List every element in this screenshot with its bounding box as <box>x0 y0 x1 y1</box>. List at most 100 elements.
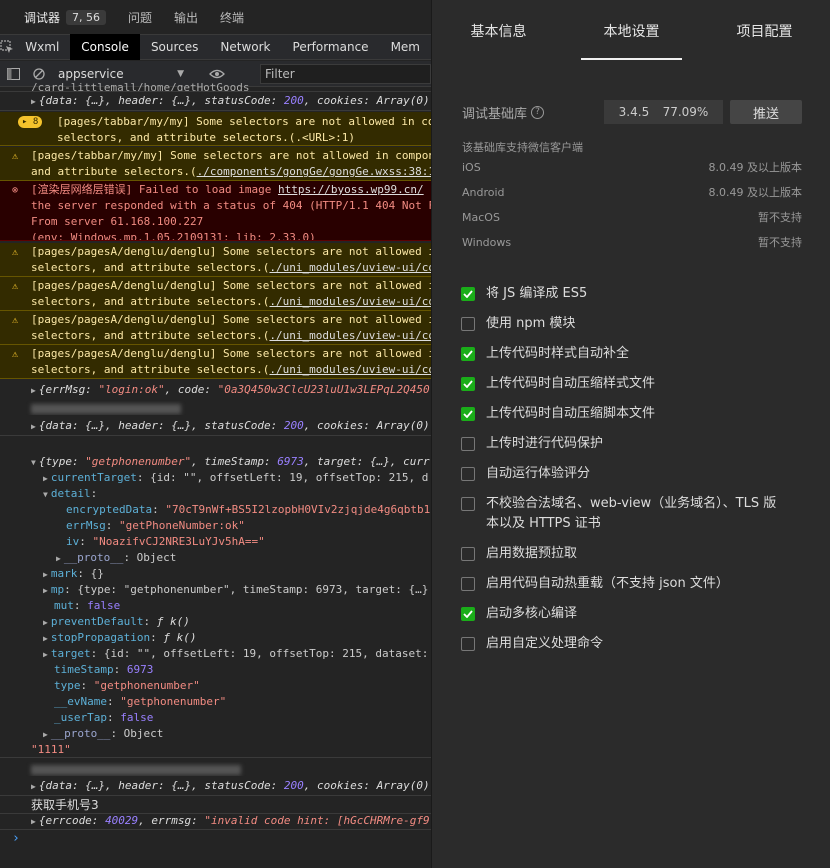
tab-console[interactable]: Console <box>70 34 140 60</box>
warning-count-badge: ▸ 8 <box>18 116 43 128</box>
tab-network[interactable]: Network <box>209 34 281 60</box>
setting-option[interactable]: 启用自定义处理命令 <box>461 634 811 654</box>
checkmark-icon <box>463 610 473 618</box>
prop-encrypted-data: encryptedData: "70cT9nWf+BS5I2lzopbH0VIv… <box>66 503 431 516</box>
checkbox-checked[interactable] <box>461 407 475 421</box>
checkbox-checked[interactable] <box>461 377 475 391</box>
prop-prevent-default[interactable]: ▶ preventDefault: ƒ k() <box>0 614 431 630</box>
tab-issues[interactable]: 问题 <box>128 0 152 34</box>
log-text: {errMsg: <box>38 383 99 396</box>
checkbox-checked[interactable] <box>461 607 475 621</box>
prop-detail[interactable]: ▼ detail: <box>0 486 431 502</box>
platform-name: MacOS <box>462 210 500 224</box>
warning-message[interactable]: ⚠ [pages/tabbar/my/my] Some selectors ar… <box>0 147 431 181</box>
prop-proto[interactable]: ▶ __proto__: Object <box>0 550 431 566</box>
lib-version-select[interactable]: 3.4.5 77.09% <box>604 100 723 124</box>
setting-option[interactable]: 自动运行体验评分 <box>461 464 811 484</box>
tab-wxml[interactable]: Wxml <box>14 34 70 60</box>
tab-project-config[interactable]: 项目配置 <box>698 0 830 62</box>
console-prompt-icon[interactable]: › <box>12 831 20 847</box>
tab-sources[interactable]: Sources <box>140 34 209 60</box>
setting-option[interactable]: 使用 npm 模块 <box>461 314 811 334</box>
console-output: /card-littlemall/home/getHotGoods ▶ {data… <box>0 81 431 868</box>
setting-option[interactable]: 上传代码时样式自动补全 <box>461 344 811 364</box>
tab-local-settings[interactable]: 本地设置 <box>565 0 698 62</box>
setting-option[interactable]: 启用代码自动热重载（不支持 json 文件） <box>461 574 811 594</box>
console-line[interactable]: ▶ {errMsg: "login:ok", code: "0a3Q450w3Cl… <box>0 380 431 400</box>
source-link[interactable]: ./components/gongGe/gongGe.wxss:38:1 <box>197 165 431 178</box>
console-line[interactable]: ▶ {data: {…}, header: {…}, statusCode: 20… <box>0 416 431 436</box>
log-string: "getphonenumber" <box>85 455 192 468</box>
log-number: 200 <box>283 419 304 432</box>
prop-target[interactable]: ▶ target: {id: "", offsetLeft: 19, offset… <box>0 646 431 662</box>
prop-proto[interactable]: ▶ __proto__: Object <box>0 726 431 742</box>
inspect-element-icon[interactable] <box>0 34 14 60</box>
checkbox-unchecked[interactable] <box>461 317 475 331</box>
warning-icon: ⚠ <box>12 349 19 360</box>
prop-mark[interactable]: ▶ mark: {} <box>0 566 431 582</box>
warning-text: selectors, and attribute selectors.( <box>31 295 270 308</box>
prop-key: __proto__ <box>63 551 124 564</box>
tab-terminal[interactable]: 终端 <box>220 0 244 34</box>
prop-value: "70cT9nWf+BS5I2lzopbH0VIv2zjqjde4g6qbtb1 <box>165 503 431 516</box>
source-link[interactable]: ./uni_modules/uview-ui/co <box>269 261 431 274</box>
prop-value: : {id: "", offsetLeft: 19, offsetTop: 21… <box>90 647 429 660</box>
checkbox-unchecked[interactable] <box>461 547 475 561</box>
checkbox-checked[interactable] <box>461 287 475 301</box>
setting-option[interactable]: 启动多核心编译 <box>461 604 811 624</box>
setting-option[interactable]: 启用数据预拉取 <box>461 544 811 564</box>
tab-output[interactable]: 输出 <box>174 0 198 34</box>
log-string: "login:ok" <box>98 383 165 396</box>
error-link[interactable]: https://byoss.wp99.cn/ <box>278 183 424 196</box>
platform-value: 8.0.49 及以上版本 <box>708 186 802 199</box>
setting-option[interactable]: 将 JS 编译成 ES5 <box>461 284 811 304</box>
checkbox-unchecked[interactable] <box>461 577 475 591</box>
tab-memory[interactable]: Mem <box>380 34 431 60</box>
prop-key: __proto__ <box>50 727 111 740</box>
tab-debugger[interactable]: 调试器 7, 56 <box>24 0 107 34</box>
source-link[interactable]: ./uni_modules/uview-ui/co <box>269 363 431 376</box>
issue-count-badge: 7, 56 <box>66 9 107 25</box>
prop-mut: mut: false <box>54 599 121 612</box>
platform-name: Windows <box>462 235 512 249</box>
prop-value: 6973 <box>126 663 154 676</box>
prop-key: mark <box>50 567 78 580</box>
checkbox-unchecked[interactable] <box>461 437 475 451</box>
blurred-line <box>0 762 431 776</box>
push-button[interactable]: 推送 <box>730 100 802 124</box>
setting-option[interactable]: 上传代码时自动压缩样式文件 <box>461 374 811 394</box>
prop-evname: __evName: "getphonenumber" <box>54 695 227 708</box>
error-message[interactable]: ⊗ [渲染层网络层错误] Failed to load image https:… <box>0 181 431 241</box>
setting-option[interactable]: 上传代码时自动压缩脚本文件 <box>461 404 811 424</box>
object-header[interactable]: ▼ {type: "getphonenumber", timeStamp: 697… <box>0 454 431 470</box>
warning-message[interactable]: ⚠ [pages/pagesA/denglu/denglu] Some sele… <box>0 243 431 277</box>
source-link[interactable]: ./uni_modules/uview-ui/co <box>269 295 431 308</box>
help-icon[interactable]: ? <box>531 105 545 119</box>
warning-message[interactable]: ⚠ [pages/pagesA/denglu/denglu] Some sele… <box>0 311 431 345</box>
platform-row: Android 8.0.49 及以上版本 <box>462 183 802 201</box>
checkbox-unchecked[interactable] <box>461 637 475 651</box>
log-text: , cookies: Array(0) <box>303 94 430 107</box>
checkbox-unchecked[interactable] <box>461 497 475 511</box>
source-link[interactable]: ./uni_modules/uview-ui/co <box>269 329 431 342</box>
setting-option[interactable]: 不校验合法域名、web-view（业务域名）、TLS 版本以及 HTTPS 证书 <box>461 494 811 534</box>
log-number: 40029 <box>105 814 139 827</box>
tab-performance[interactable]: Performance <box>282 34 380 60</box>
setting-option[interactable]: 上传时进行代码保护 <box>461 434 811 454</box>
warning-text: [pages/pagesA/denglu/denglu] Some select… <box>31 279 431 292</box>
prop-current-target[interactable]: ▶ currentTarget: {id: "", offsetLeft: 19,… <box>0 470 431 486</box>
checkbox-checked[interactable] <box>461 347 475 361</box>
warning-message[interactable]: ⚠ [pages/pagesA/denglu/denglu] Some sele… <box>0 345 431 379</box>
prop-stop-propagation[interactable]: ▶ stopPropagation: ƒ k() <box>0 630 431 646</box>
console-line: /card-littlemall/home/getHotGoods <box>0 80 431 92</box>
warning-message[interactable]: ▸ 8 [pages/tabbar/my/my] Some selectors … <box>0 112 431 146</box>
warning-message[interactable]: ⚠ [pages/pagesA/denglu/denglu] Some sele… <box>0 277 431 311</box>
console-line[interactable]: ▶ {data: {…}, header: {…}, statusCode: 20… <box>0 93 431 111</box>
prop-value: "getphonenumber" <box>120 695 227 708</box>
console-line[interactable]: ▶ {errcode: 40029, errmsg: "invalid code … <box>0 812 431 830</box>
console-line[interactable]: ▶ {data: {…}, header: {…}, statusCode: 20… <box>0 776 431 796</box>
context-selector[interactable]: appservice ▼ <box>52 67 192 81</box>
tab-basic-info[interactable]: 基本信息 <box>432 0 565 62</box>
prop-mp[interactable]: ▶ mp: {type: "getphonenumber", timeStamp:… <box>0 582 431 598</box>
checkbox-unchecked[interactable] <box>461 467 475 481</box>
